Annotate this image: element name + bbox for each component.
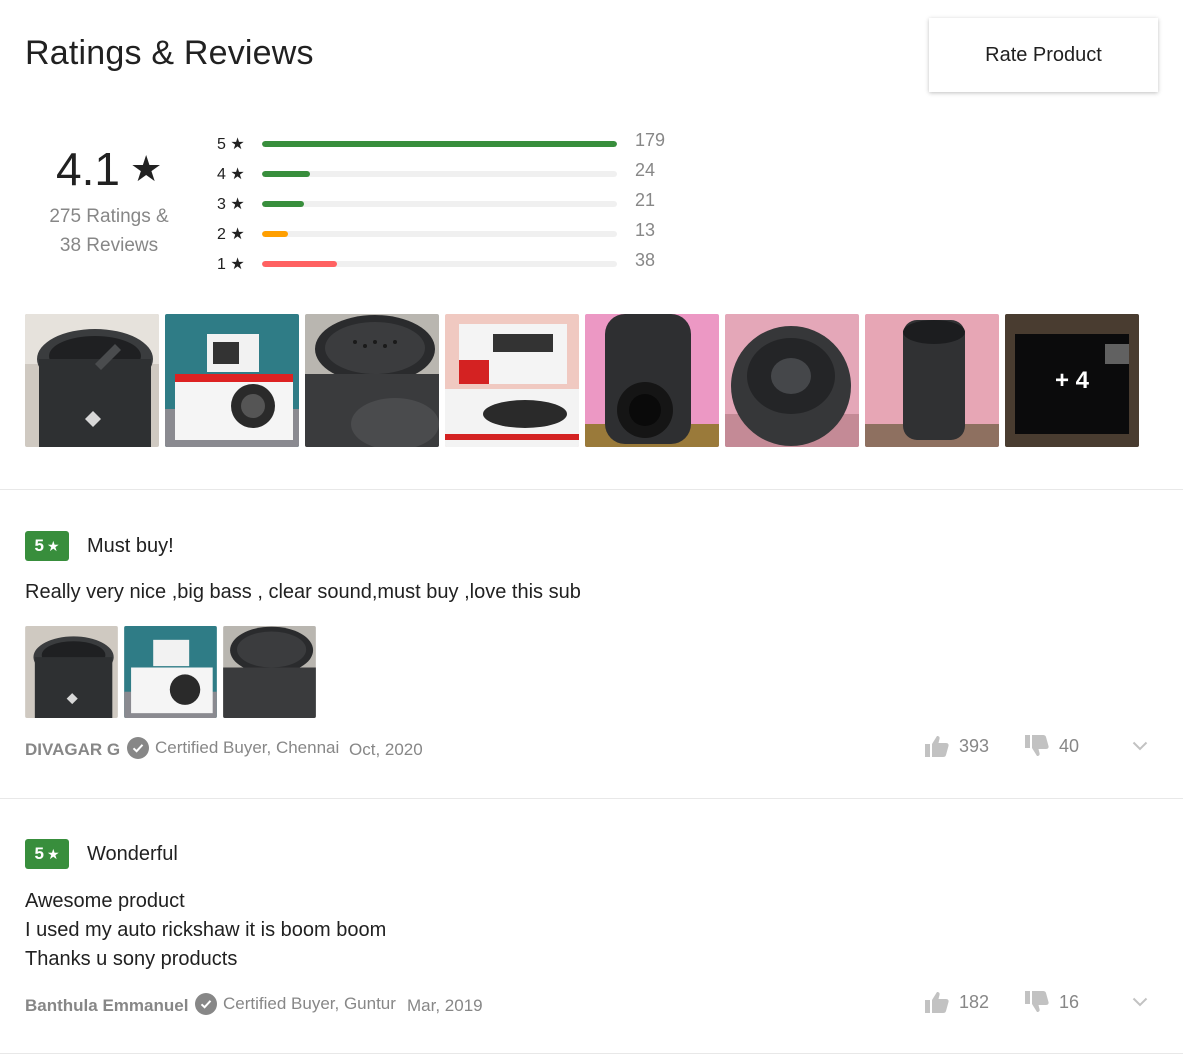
customer-photo-gallery: + 4	[25, 314, 1139, 447]
review-author: DIVAGAR G	[25, 740, 121, 759]
distribution-bar-track	[262, 261, 617, 267]
distribution-count: 21	[635, 190, 656, 210]
certified-buyer-label: Certified Buyer, Chennai	[155, 738, 340, 757]
review-votes: 393 40	[925, 735, 1155, 757]
like-button[interactable]: 182	[925, 991, 1025, 1013]
review-card: 5 ★ Wonderful Awesome product I used my …	[25, 839, 1155, 1021]
ratings-header: Ratings & Reviews Rate Product	[25, 18, 1158, 110]
review-photo[interactable]	[124, 626, 217, 718]
customer-photo[interactable]	[165, 314, 299, 447]
review-photos	[25, 626, 1155, 718]
average-rating: 4.1 ★	[56, 142, 162, 196]
like-button[interactable]: 393	[925, 735, 1025, 757]
review-rating-badge: 5 ★	[25, 531, 69, 561]
chevron-down-icon[interactable]	[1125, 741, 1155, 751]
like-count: 393	[959, 735, 990, 756]
certified-buyer: Certified Buyer, Chennai	[127, 737, 339, 759]
more-photos-label: + 4	[1005, 314, 1139, 447]
customer-photo[interactable]	[305, 314, 439, 447]
review-header: 5 ★ Wonderful	[25, 839, 1155, 869]
review-body: Really very nice ,big bass , clear sound…	[25, 578, 1155, 607]
distribution-bar-track	[262, 171, 617, 177]
distribution-bar-fill	[262, 231, 288, 237]
review-date: Oct, 2020	[349, 740, 423, 759]
ratings-count: 275 Ratings &	[49, 206, 169, 227]
distribution-row: 4 ★ 24	[215, 160, 695, 190]
review-photo[interactable]	[223, 626, 316, 718]
review-text-line: Thanks u sony products	[25, 948, 238, 970]
divider	[0, 1053, 1183, 1054]
review-rating-value: 5	[34, 844, 44, 863]
distribution-bar-fill	[262, 201, 304, 207]
review-rating-badge: 5 ★	[25, 839, 69, 869]
rate-product-button[interactable]: Rate Product	[929, 18, 1158, 92]
dislike-count: 16	[1059, 991, 1080, 1012]
like-count: 182	[959, 991, 990, 1012]
review-card: 5 ★ Must buy! Really very nice ,big bass…	[25, 531, 1155, 765]
rating-summary: 4.1 ★ 275 Ratings & 38 Reviews 5 ★ 179 4…	[25, 130, 725, 280]
distribution-row: 2 ★ 13	[215, 220, 695, 250]
thumbs-down-icon	[1025, 735, 1049, 756]
distribution-count: 24	[635, 160, 656, 180]
distribution-label: 5 ★	[217, 136, 245, 153]
review-text-line: I used my auto rickshaw it is boom boom	[25, 919, 387, 941]
distribution-bar-fill	[262, 141, 617, 147]
review-title: Wonderful	[87, 842, 178, 865]
review-rating-value: 5	[34, 536, 44, 555]
review-footer: DIVAGAR G Certified Buyer, Chennai Oct, …	[25, 735, 1155, 765]
review-text-line: Really very nice ,big bass , clear sound…	[25, 581, 581, 603]
star-icon: ★	[46, 845, 60, 862]
customer-photo[interactable]	[725, 314, 859, 447]
check-circle-icon	[195, 993, 217, 1015]
customer-photo[interactable]	[445, 314, 579, 447]
distribution-label: 1 ★	[217, 256, 245, 273]
certified-buyer-label: Certified Buyer, Guntur	[223, 994, 396, 1013]
customer-photo[interactable]	[25, 314, 159, 447]
distribution-bar-track	[262, 231, 617, 237]
chevron-down-icon[interactable]	[1125, 997, 1155, 1007]
star-icon: ★	[129, 148, 163, 189]
review-date: Mar, 2019	[407, 996, 483, 1015]
divider	[0, 798, 1183, 799]
distribution-bar-track	[262, 141, 617, 147]
distribution-label: 2 ★	[217, 226, 245, 243]
distribution-count: 179	[635, 130, 666, 150]
review-title: Must buy!	[87, 534, 174, 557]
review-photo[interactable]	[25, 626, 118, 718]
review-header: 5 ★ Must buy!	[25, 531, 1155, 561]
average-rating-value: 4.1	[56, 143, 120, 195]
customer-photo[interactable]	[585, 314, 719, 447]
distribution-bar-fill	[262, 171, 310, 177]
distribution-row: 3 ★ 21	[215, 190, 695, 220]
dislike-button[interactable]: 40	[1025, 735, 1125, 757]
distribution-label: 4 ★	[217, 166, 245, 183]
distribution-count: 13	[635, 220, 656, 240]
dislike-button[interactable]: 16	[1025, 991, 1125, 1013]
review-footer: Banthula Emmanuel Certified Buyer, Guntu…	[25, 991, 1155, 1021]
check-circle-icon	[127, 737, 149, 759]
customer-photo[interactable]	[865, 314, 999, 447]
review-author: Banthula Emmanuel	[25, 996, 189, 1015]
rating-distribution: 5 ★ 179 4 ★ 24 3 ★ 21 2 ★ 13 1 ★ 38	[215, 130, 695, 280]
page-title: Ratings & Reviews	[25, 34, 314, 72]
distribution-row: 5 ★ 179	[215, 130, 695, 160]
certified-buyer: Certified Buyer, Guntur	[195, 993, 396, 1015]
distribution-row: 1 ★ 38	[215, 250, 695, 280]
distribution-label: 3 ★	[217, 196, 245, 213]
rating-totals: 275 Ratings & 38 Reviews	[25, 202, 193, 260]
distribution-count: 38	[635, 250, 656, 270]
review-text-line: Awesome product	[25, 890, 185, 912]
thumbs-up-icon	[925, 992, 949, 1013]
star-icon: ★	[46, 537, 60, 554]
distribution-bar-fill	[262, 261, 338, 267]
thumbs-down-icon	[1025, 991, 1049, 1012]
review-votes: 182 16	[925, 991, 1155, 1013]
thumbs-up-icon	[925, 736, 949, 757]
review-body: Awesome product I used my auto rickshaw …	[25, 887, 1155, 974]
dislike-count: 40	[1059, 735, 1080, 756]
divider	[0, 489, 1183, 490]
reviews-count: 38 Reviews	[59, 235, 159, 256]
more-photos-tile[interactable]: + 4	[1005, 314, 1139, 447]
distribution-bar-track	[262, 201, 617, 207]
